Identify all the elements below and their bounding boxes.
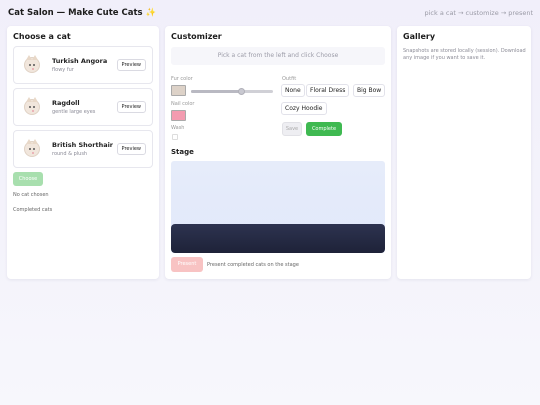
customizer-hint: Pick a cat from the left and click Choos… — [171, 47, 385, 65]
cat-name: Ragdoll — [52, 99, 80, 107]
cat-card-british-shorthair[interactable]: British Shorthair round & plush Preview — [13, 130, 153, 168]
outfit-cozy-hoodie-button[interactable]: Cozy Hoodie — [281, 102, 327, 115]
outfit-label: Outfit — [282, 76, 297, 82]
sparkle-icon: ✨ — [145, 8, 157, 18]
cat-card-ragdoll[interactable]: Ragdoll gentle large eyes Preview — [13, 88, 153, 126]
slider-fill — [191, 90, 242, 93]
choose-button[interactable]: Choose — [13, 172, 43, 186]
cat-avatar-icon — [24, 55, 40, 73]
cat-avatar-icon — [24, 139, 40, 157]
gallery-panel: Gallery Snapshots are stored locally (se… — [397, 26, 531, 279]
present-note: Present completed cats on the stage — [207, 262, 299, 268]
completed-cats-label: Completed cats — [13, 207, 53, 213]
preview-button[interactable]: Preview — [116, 59, 146, 71]
fur-color-picker[interactable] — [171, 85, 186, 96]
stage-floor — [171, 224, 385, 253]
gallery-title: Gallery — [403, 32, 436, 41]
cat-card-turkish-angora[interactable]: Turkish Angora flowy fur Preview — [13, 46, 153, 84]
cat-description: round & plush — [52, 151, 88, 157]
wash-label: Wash — [171, 125, 185, 131]
stage-title: Stage — [171, 148, 194, 156]
stage-area — [171, 161, 385, 253]
fur-shade-slider[interactable] — [191, 88, 273, 95]
outfit-big-bow-button[interactable]: Big Bow — [353, 84, 386, 97]
workflow-steps: pick a cat → customize → present — [424, 9, 533, 17]
outfit-floral-dress-button[interactable]: Floral Dress — [306, 84, 350, 97]
preview-button[interactable]: Preview — [116, 143, 146, 155]
complete-button[interactable]: Complete — [306, 122, 342, 136]
top-bar: Cat Salon — Make Cute Cats ✨ pick a cat … — [0, 0, 540, 28]
wash-checkbox[interactable] — [172, 134, 178, 140]
present-button[interactable]: Present — [171, 257, 203, 272]
customizer-panel: Customizer Pick a cat from the left and … — [165, 26, 391, 279]
slider-knob[interactable] — [238, 88, 246, 95]
preview-button[interactable]: Preview — [116, 101, 146, 113]
fur-color-label: Fur color — [171, 76, 193, 82]
cat-avatar-icon — [24, 97, 40, 115]
outfit-none-button[interactable]: None — [281, 84, 305, 97]
cat-description: gentle large eyes — [52, 109, 96, 115]
cat-name: British Shorthair — [52, 141, 114, 149]
nail-color-picker[interactable] — [171, 110, 186, 121]
save-button[interactable]: Save — [282, 122, 302, 136]
choose-cat-panel: Choose a cat Turkish Angora flowy fur Pr… — [7, 26, 159, 279]
chosen-cat-status: No cat chosen — [13, 192, 49, 198]
choose-cat-title: Choose a cat — [13, 32, 71, 41]
app-title-text: Cat Salon — Make Cute Cats — [8, 8, 143, 18]
gallery-note: Snapshots are stored locally (session). … — [403, 48, 526, 61]
nail-color-label: Nail color — [171, 101, 195, 107]
app-title: Cat Salon — Make Cute Cats ✨ — [8, 8, 156, 18]
customizer-title: Customizer — [171, 32, 222, 41]
cat-name: Turkish Angora — [52, 57, 108, 65]
cat-description: flowy fur — [52, 67, 74, 73]
